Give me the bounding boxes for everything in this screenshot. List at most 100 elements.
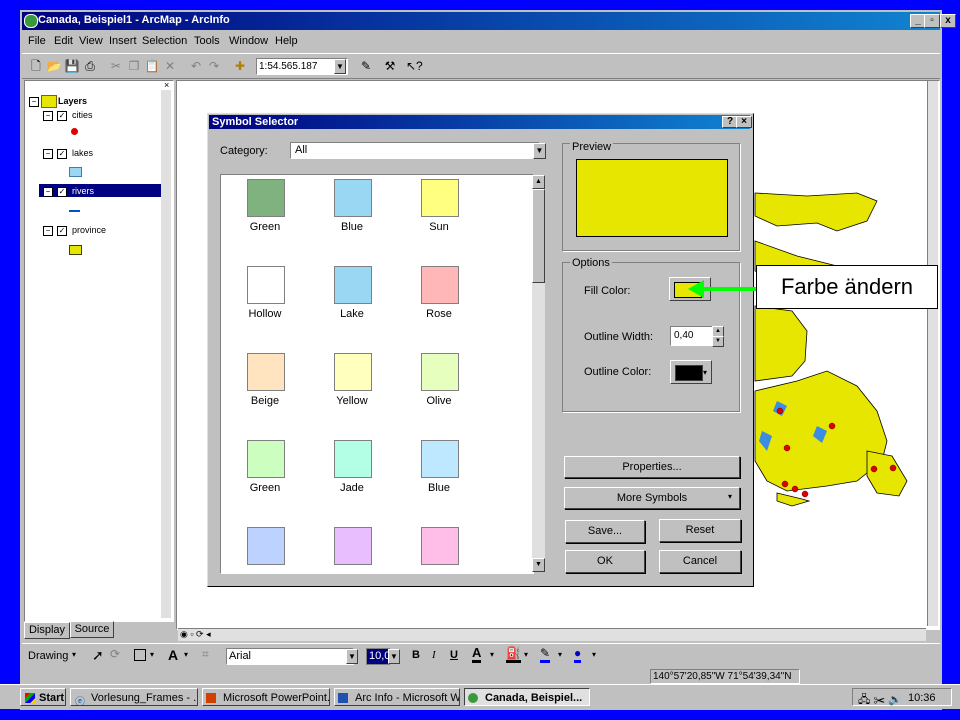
save-icon[interactable]: 💾 xyxy=(64,58,80,74)
menu-window[interactable]: Window xyxy=(229,35,268,47)
rectangle-tool-icon[interactable] xyxy=(134,649,146,661)
marker-color-icon[interactable]: ● xyxy=(574,646,582,663)
redo-icon[interactable]: ↷ xyxy=(206,58,222,74)
scroll-up-icon[interactable]: ▲ xyxy=(532,175,545,189)
window-titlebar[interactable]: Canada, Beispiel1 - ArcMap - ArcInfo _ ▫… xyxy=(22,12,956,30)
task-canada-arcmap[interactable]: Canada, Beispiel... xyxy=(464,688,590,706)
symbol-swatch[interactable] xyxy=(421,440,459,478)
task-arcinfo-word[interactable]: Arc Info - Microsoft W... xyxy=(334,688,460,706)
menu-tools[interactable]: Tools xyxy=(194,35,220,47)
copy-icon[interactable]: ❐ xyxy=(126,58,142,74)
dialog-close-button[interactable]: × xyxy=(736,116,752,128)
outline-width-down-icon[interactable]: ▼ xyxy=(712,336,724,347)
paste-icon[interactable]: 📋 xyxy=(144,58,160,74)
tray-icons[interactable]: 🖧 ✂ 🔊 xyxy=(858,691,902,710)
font-color-icon[interactable]: A xyxy=(472,646,482,663)
fill-color-dropdown-icon[interactable]: ▾ xyxy=(524,650,528,659)
rivers-visibility-checkbox[interactable]: ✓ xyxy=(57,187,67,197)
symbol-swatch[interactable] xyxy=(334,440,372,478)
rotate-icon[interactable]: ⟳ xyxy=(110,647,120,661)
province-visibility-checkbox[interactable]: ✓ xyxy=(57,226,67,236)
symbol-list-scrollbar[interactable]: ▲ ▼ xyxy=(532,175,545,572)
symbol-swatch[interactable] xyxy=(247,527,285,565)
delete-icon[interactable]: ✕ xyxy=(162,58,178,74)
symbol-swatch[interactable] xyxy=(247,266,285,304)
collapse-cities-icon[interactable]: − xyxy=(43,111,53,121)
editor-toolbar-icon[interactable]: ✎ xyxy=(358,58,374,74)
font-dropdown-icon[interactable]: ▼ xyxy=(346,649,358,664)
layer-cities-label[interactable]: cities xyxy=(72,110,93,120)
edit-vertices-icon[interactable]: ⌗ xyxy=(202,647,209,662)
cancel-button[interactable]: Cancel xyxy=(659,550,741,573)
outline-color-picker-button[interactable]: ▾ xyxy=(670,360,712,384)
more-symbols-button[interactable]: More Symbols xyxy=(564,487,740,509)
symbol-swatch[interactable] xyxy=(334,179,372,217)
line-color-dropdown-icon[interactable]: ▾ xyxy=(558,650,562,659)
arctoolbox-icon[interactable]: ⚒ xyxy=(382,58,398,74)
open-folder-icon[interactable]: 📂 xyxy=(46,58,62,74)
symbol-swatch[interactable] xyxy=(421,266,459,304)
toc-scrollbar[interactable] xyxy=(161,90,171,618)
map-horizontal-scrollbar[interactable] xyxy=(178,628,926,641)
font-color-dropdown-icon[interactable]: ▾ xyxy=(490,650,494,659)
symbol-swatch[interactable] xyxy=(247,440,285,478)
menu-view[interactable]: View xyxy=(79,35,103,47)
symbol-swatch[interactable] xyxy=(421,353,459,391)
italic-button[interactable]: I xyxy=(432,649,436,661)
marker-color-dropdown-icon[interactable]: ▾ xyxy=(592,650,596,659)
category-dropdown-arrow-icon[interactable]: ▼ xyxy=(533,143,546,159)
scroll-thumb[interactable] xyxy=(532,189,545,283)
select-elements-icon[interactable]: ➚ xyxy=(92,647,104,664)
symbol-swatch[interactable] xyxy=(334,527,372,565)
font-size-dropdown-icon[interactable]: ▼ xyxy=(388,649,400,664)
drawing-menu[interactable]: Drawing xyxy=(28,650,68,662)
province-fill-symbol-icon[interactable] xyxy=(69,245,82,255)
new-text-tool-icon[interactable]: A xyxy=(168,647,178,663)
collapse-lakes-icon[interactable]: − xyxy=(43,149,53,159)
undo-icon[interactable]: ↶ xyxy=(188,58,204,74)
maximize-button[interactable]: ▫ xyxy=(924,14,940,28)
map-vertical-scrollbar[interactable] xyxy=(927,81,938,626)
reset-button[interactable]: Reset xyxy=(659,519,741,542)
new-document-icon[interactable]: 🗋 xyxy=(28,58,44,74)
lakes-fill-symbol-icon[interactable] xyxy=(69,167,82,177)
category-select[interactable]: All xyxy=(290,142,540,159)
menu-help[interactable]: Help xyxy=(275,35,298,47)
tab-display[interactable]: Display xyxy=(24,622,70,639)
font-name-field[interactable]: Arial xyxy=(226,648,354,665)
rivers-line-symbol-icon[interactable] xyxy=(69,210,80,212)
ok-button[interactable]: OK xyxy=(565,550,645,573)
symbol-swatch[interactable] xyxy=(334,266,372,304)
symbol-swatch[interactable] xyxy=(334,353,372,391)
outline-width-field[interactable]: 0,40 xyxy=(670,326,717,346)
cities-point-symbol-icon[interactable] xyxy=(71,128,78,135)
menu-edit[interactable]: Edit xyxy=(54,35,73,47)
fill-color-bucket-icon[interactable]: ⛽ xyxy=(506,646,521,663)
layer-rivers-label[interactable]: rivers xyxy=(72,186,94,196)
symbol-swatch[interactable] xyxy=(247,353,285,391)
close-toc-icon[interactable]: × xyxy=(164,81,172,90)
menu-insert[interactable]: Insert xyxy=(109,35,137,47)
symbol-swatch[interactable] xyxy=(247,179,285,217)
add-data-icon[interactable]: ✚ xyxy=(232,58,248,74)
properties-button[interactable]: Properties... xyxy=(564,456,740,478)
symbol-swatch[interactable] xyxy=(421,527,459,565)
menu-file[interactable]: File xyxy=(28,35,46,47)
bold-button[interactable]: B xyxy=(412,649,420,661)
symbol-selector-titlebar[interactable]: Symbol Selector ? × xyxy=(209,115,752,129)
collapse-rivers-icon[interactable]: − xyxy=(43,187,53,197)
close-button[interactable]: x xyxy=(940,14,956,28)
symbol-list[interactable]: Green Blue Sun Hollow Lake Rose Beige Yellow Oli… xyxy=(220,174,534,574)
collapse-layers-icon[interactable]: − xyxy=(29,97,39,107)
tab-source[interactable]: Source xyxy=(70,621,114,638)
text-tool-dropdown-icon[interactable]: ▾ xyxy=(184,650,188,659)
symbol-swatch[interactable] xyxy=(421,179,459,217)
task-vorlesung-frames[interactable]: Vorlesung_Frames - ... xyxy=(70,688,198,706)
layer-province-label[interactable]: province xyxy=(72,225,106,235)
scale-dropdown-arrow-icon[interactable]: ▼ xyxy=(334,59,346,74)
rectangle-dropdown-icon[interactable]: ▾ xyxy=(150,650,154,659)
line-color-pen-icon[interactable]: ✎ xyxy=(540,646,551,663)
whats-this-help-icon[interactable]: ↖? xyxy=(406,58,423,74)
collapse-province-icon[interactable]: − xyxy=(43,226,53,236)
cut-icon[interactable]: ✂ xyxy=(108,58,124,74)
